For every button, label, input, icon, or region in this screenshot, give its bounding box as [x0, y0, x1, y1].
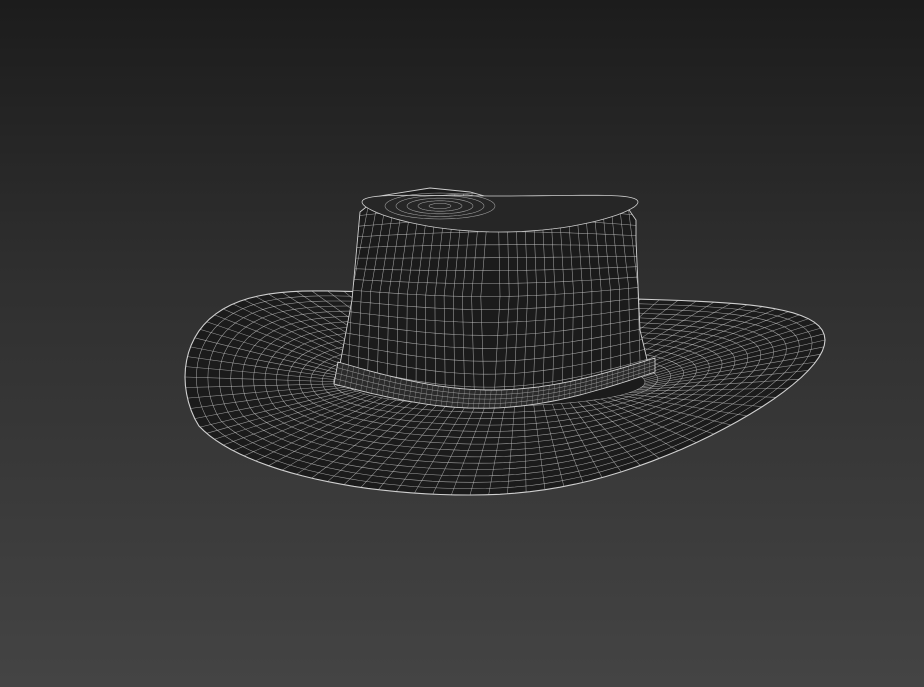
3d-viewport[interactable] [0, 0, 924, 687]
hat-crown [337, 187, 651, 405]
hat-wireframe-model[interactable] [0, 0, 924, 687]
